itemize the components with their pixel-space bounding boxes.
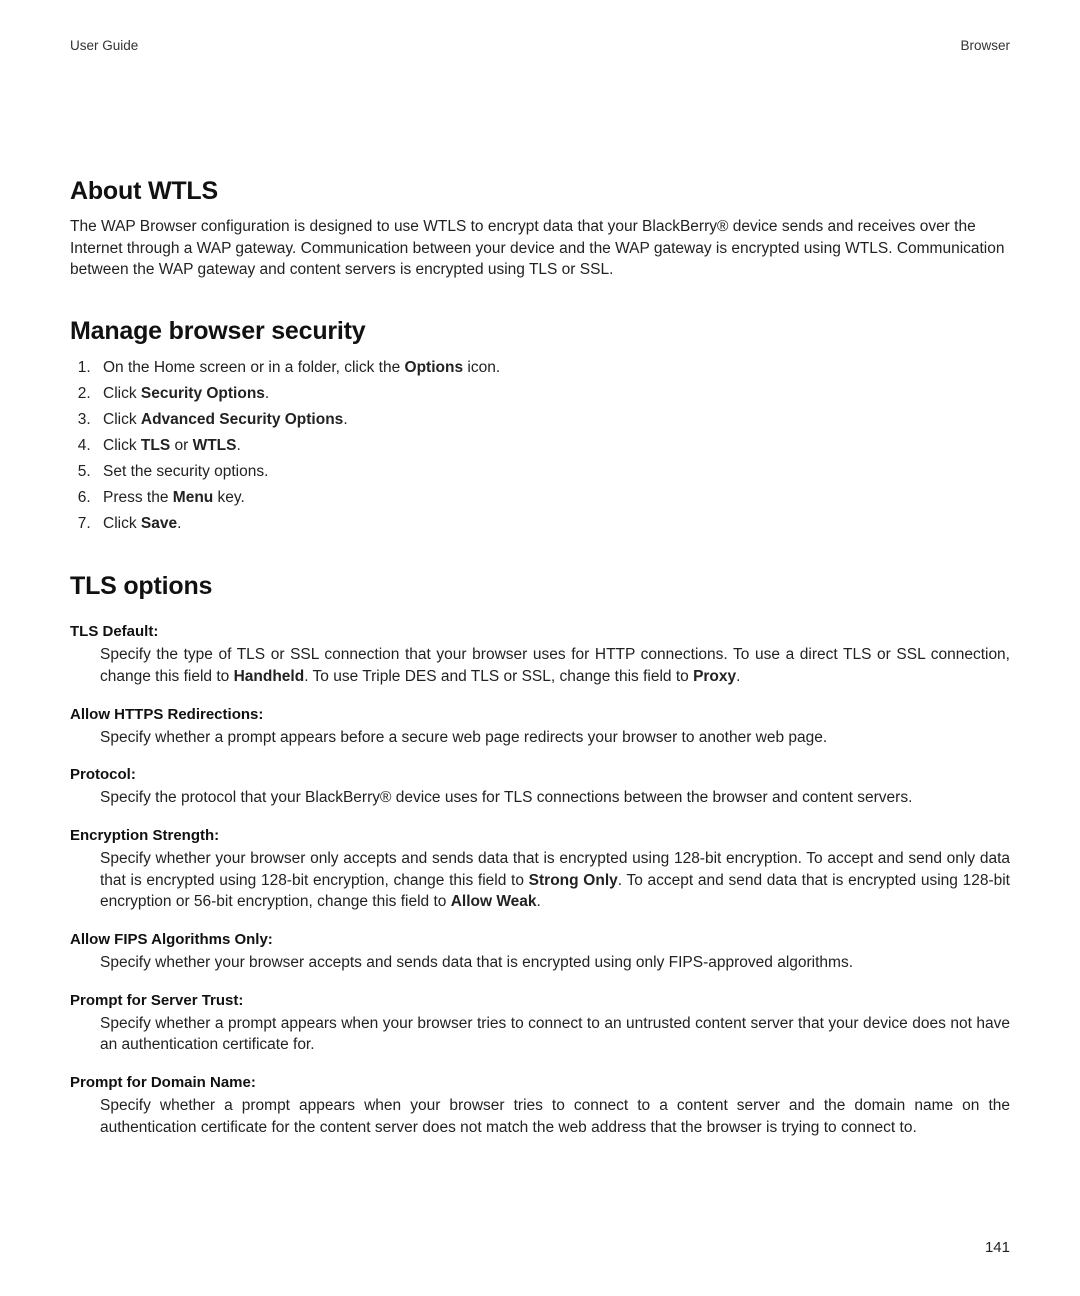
option-description: Specify the type of TLS or SSL connectio… bbox=[100, 644, 1010, 687]
option-term: Allow HTTPS Redirections: bbox=[70, 706, 1010, 723]
option-description: Specify whether a prompt appears before … bbox=[100, 727, 1010, 749]
option-description: Specify whether a prompt appears when yo… bbox=[100, 1013, 1010, 1056]
steps-list: On the Home screen or in a folder, click… bbox=[70, 356, 1010, 536]
page-header: User Guide Browser bbox=[70, 38, 1010, 53]
option-term: Protocol: bbox=[70, 766, 1010, 783]
option-description: Specify the protocol that your BlackBerr… bbox=[100, 787, 1010, 809]
step-item: Click Save. bbox=[95, 512, 1010, 536]
page-number: 141 bbox=[985, 1239, 1010, 1256]
header-right: Browser bbox=[960, 38, 1010, 53]
tls-options-list: TLS Default: Specify the type of TLS or S… bbox=[70, 623, 1010, 1138]
option-term: Allow FIPS Algorithms Only: bbox=[70, 931, 1010, 948]
section-tls-options-title: TLS options bbox=[70, 572, 1010, 601]
option-description: Specify whether a prompt appears when yo… bbox=[100, 1095, 1010, 1138]
section-manage-security-title: Manage browser security bbox=[70, 317, 1010, 346]
step-item: Set the security options. bbox=[95, 460, 1010, 484]
option-term: Prompt for Domain Name: bbox=[70, 1074, 1010, 1091]
step-item: Press the Menu key. bbox=[95, 486, 1010, 510]
option-term: Prompt for Server Trust: bbox=[70, 992, 1010, 1009]
step-item: Click Advanced Security Options. bbox=[95, 408, 1010, 432]
step-item: On the Home screen or in a folder, click… bbox=[95, 356, 1010, 380]
step-item: Click TLS or WTLS. bbox=[95, 434, 1010, 458]
section-about-wtls-title: About WTLS bbox=[70, 177, 1010, 206]
option-term: TLS Default: bbox=[70, 623, 1010, 640]
option-description: Specify whether your browser accepts and… bbox=[100, 952, 1010, 974]
section-about-wtls-body: The WAP Browser configuration is designe… bbox=[70, 216, 1010, 281]
step-item: Click Security Options. bbox=[95, 382, 1010, 406]
header-left: User Guide bbox=[70, 38, 138, 53]
option-term: Encryption Strength: bbox=[70, 827, 1010, 844]
option-description: Specify whether your browser only accept… bbox=[100, 848, 1010, 913]
